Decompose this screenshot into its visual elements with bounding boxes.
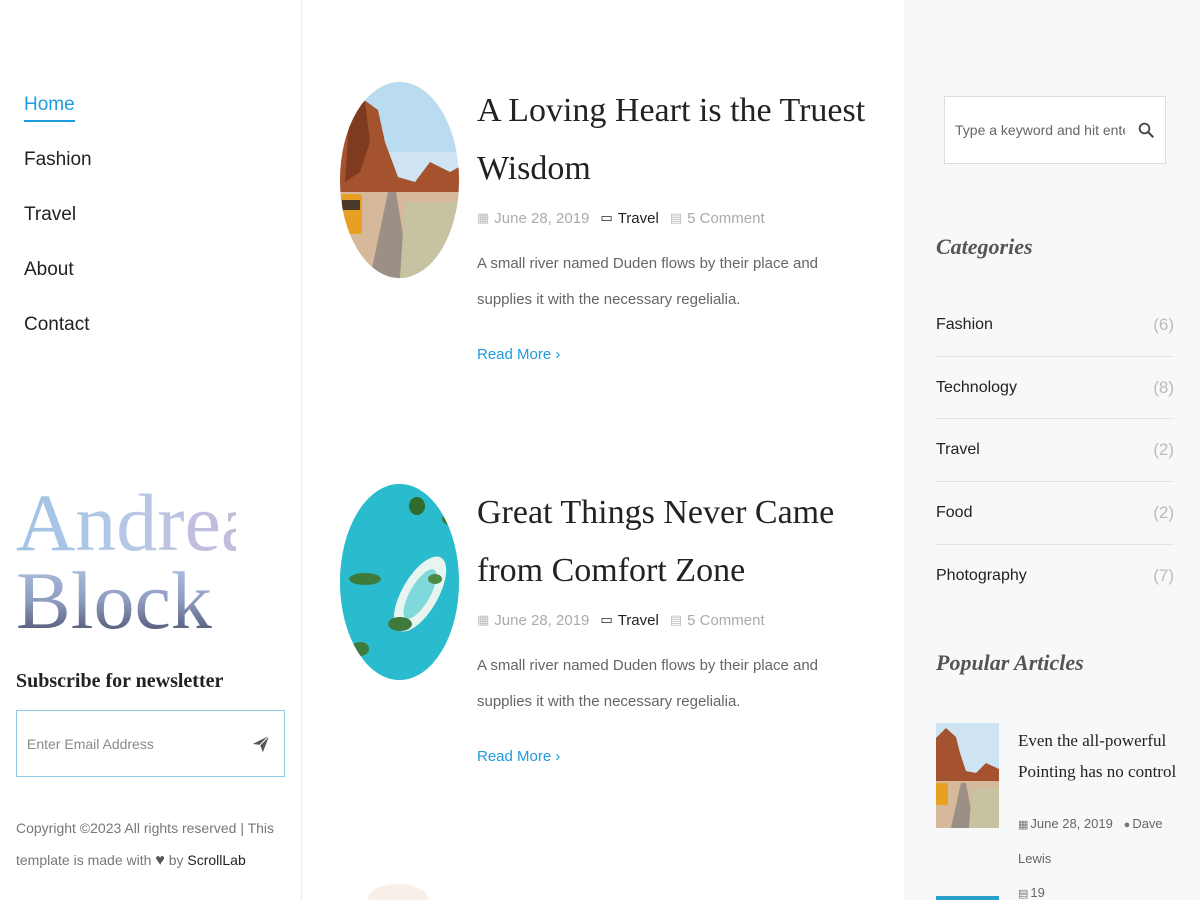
post-category-text: Travel [617,209,659,227]
popular-article-thumbnail[interactable] [936,723,999,828]
post-category[interactable]: ▭ Travel [600,612,658,629]
calendar-icon: ▦ [477,210,490,225]
post-card: A Loving Heart is the Truest Wisdom ▦ Jun… [340,82,880,422]
paper-plane-icon[interactable] [250,733,272,755]
next-popular-thumbnail[interactable] [936,896,999,900]
post-meta: ▦ June 28, 2019 ▭ Travel ▤ 5 Comment [477,208,877,228]
post-card: Great Things Never Came from Comfort Zon… [340,484,880,824]
copyright-by: by [168,852,184,868]
post-date[interactable]: ▦ June 28, 2019 [477,612,589,629]
subscribe-title: Subscribe for newsletter [16,670,224,692]
popular-date-text: June 28, 2019 [1030,816,1113,831]
category-link[interactable]: Technology [936,379,1017,397]
post-thumbnail[interactable] [340,484,459,680]
categories-list: Fashion (6) Technology (8) Travel (2) Food (… [936,294,1174,607]
folder-icon: ▭ [600,612,613,627]
nav-link-fashion[interactable]: Fashion [24,149,92,175]
post-category[interactable]: ▭ Travel [600,210,658,227]
nav-item-home: Home [24,94,92,149]
post-date-text: June 28, 2019 [494,611,590,629]
category-item[interactable]: Technology (8) [936,357,1174,420]
search-icon[interactable] [1137,121,1155,139]
post-title[interactable]: A Loving Heart is the Truest Wisdom [477,82,877,198]
brand-line2: Block [16,555,212,632]
category-item[interactable]: Food (2) [936,482,1174,545]
nav-link-home[interactable]: Home [24,94,75,122]
nav-link-about[interactable]: About [24,259,74,285]
post-meta: ▦ June 28, 2019 ▭ Travel ▤ 5 Comment [477,610,877,630]
post-thumbnail[interactable] [340,82,459,278]
post-comments-text: 5 Comment [687,209,765,227]
post-excerpt: A small river named Duden flows by their… [477,657,819,710]
chevron-right-icon: › [555,748,561,765]
category-count: (2) [1153,502,1174,522]
post-date[interactable]: ▦ June 28, 2019 [477,210,589,227]
category-link[interactable]: Fashion [936,316,993,334]
nav-item-contact: Contact [24,314,92,369]
popular-article-date[interactable]: ▦ June 28, 2019 [1018,816,1113,831]
read-more-label: Read More [477,346,552,363]
main-nav: Home Fashion Travel About Contact [24,94,92,369]
post-comments[interactable]: ▤ 5 Comment [670,612,765,629]
nav-link-contact[interactable]: Contact [24,314,89,340]
popular-heading: Popular Articles [936,650,1084,675]
comment-icon: ▤ [669,210,683,225]
heart-icon: ♥ [155,852,165,869]
read-more-link[interactable]: Read More › [477,748,560,765]
read-more-label: Read More [477,748,552,765]
category-link[interactable]: Travel [936,441,980,459]
comment-icon: ▤ [669,612,683,627]
category-item[interactable]: Fashion (6) [936,294,1174,357]
calendar-icon: ▦ [1018,819,1029,831]
search-input[interactable] [955,122,1125,138]
category-item[interactable]: Travel (2) [936,419,1174,483]
post-body: Great Things Never Came from Comfort Zon… [477,484,877,766]
categories-heading: Categories [936,234,1033,259]
search-form [944,96,1166,164]
copyright: Copyright ©2023 All rights reserved | Th… [16,812,276,877]
read-more-link[interactable]: Read More › [477,346,560,363]
chevron-right-icon: › [555,346,561,363]
post-body: A Loving Heart is the Truest Wisdom ▦ Jun… [477,82,877,364]
left-sidebar: Home Fashion Travel About Contact Andrea… [0,0,302,900]
post-comments-text: 5 Comment [687,611,765,629]
brand-logo[interactable]: Andrea Block [16,472,236,632]
category-link[interactable]: Photography [936,567,1027,585]
subscribe-form [16,710,285,777]
right-sidebar: Categories Fashion (6) Technology (8) Trav… [904,0,1200,900]
category-count: (2) [1153,440,1174,460]
post-category-text: Travel [617,611,659,629]
category-count: (7) [1153,566,1174,586]
post-comments[interactable]: ▤ 5 Comment [670,210,765,227]
nav-link-travel[interactable]: Travel [24,204,76,230]
nav-item-about: About [24,259,92,314]
category-item[interactable]: Photography (7) [936,545,1174,608]
calendar-icon: ▦ [477,612,490,627]
nav-item-travel: Travel [24,204,92,259]
category-count: (6) [1153,314,1174,334]
email-input[interactable] [27,735,227,752]
popular-article-comments[interactable]: ▤ 19 [1018,885,1045,900]
folder-icon: ▭ [600,210,613,225]
comment-icon: ▤ [1018,888,1029,900]
post-excerpt: A small river named Duden flows by their… [477,255,819,308]
nav-item-fashion: Fashion [24,149,92,204]
author-link[interactable]: ScrollLab [187,852,245,868]
popular-comments-text: 19 [1030,885,1045,900]
popular-article-title[interactable]: Even the all-powerful Pointing has no co… [1018,725,1178,787]
post-title[interactable]: Great Things Never Came from Comfort Zon… [477,484,877,600]
user-icon: ● [1123,819,1131,831]
popular-article-meta: ▦ June 28, 2019 ● Dave Lewis ▤ 19 [1018,807,1188,900]
next-post-thumbnail[interactable] [368,884,428,900]
post-date-text: June 28, 2019 [494,209,590,227]
category-count: (8) [1153,377,1174,397]
category-link[interactable]: Food [936,504,972,522]
